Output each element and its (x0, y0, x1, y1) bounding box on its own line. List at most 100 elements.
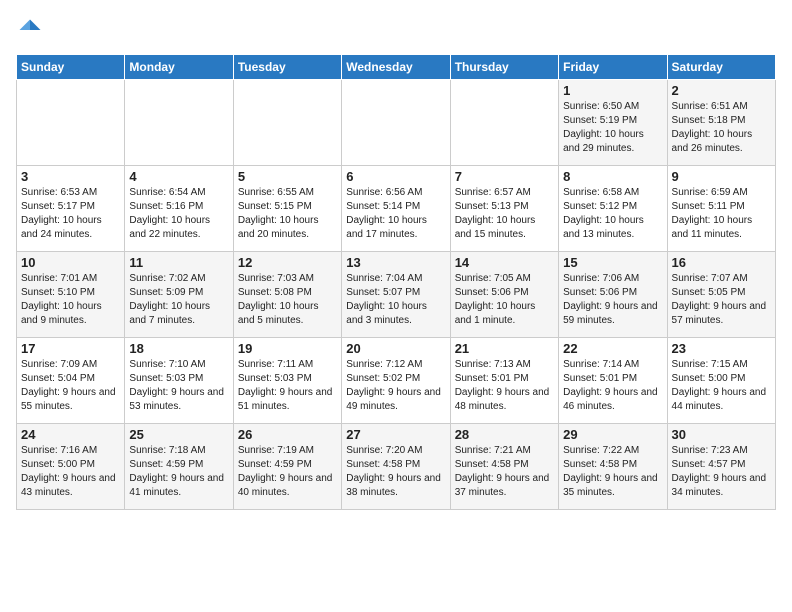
day-cell-5: 5Sunrise: 6:55 AM Sunset: 5:15 PM Daylig… (233, 166, 341, 252)
day-info: Sunrise: 6:56 AM Sunset: 5:14 PM Dayligh… (346, 186, 445, 242)
day-number: 7 (455, 169, 554, 184)
day-cell-3: 3 Sunrise: 6:53 AM Sunset: 5:17 PM Daylig… (17, 166, 125, 252)
day-number: 10 (21, 255, 120, 270)
day-info: Sunrise: 7:10 AM Sunset: 5:03 PM Dayligh… (129, 358, 228, 414)
day-info: Sunrise: 7:12 AM Sunset: 5:02 PM Dayligh… (346, 358, 445, 414)
day-info: Sunrise: 6:58 AM Sunset: 5:12 PM Dayligh… (563, 186, 662, 242)
day-info: Sunrise: 7:19 AM Sunset: 4:59 PM Dayligh… (238, 444, 337, 500)
day-number: 25 (129, 427, 228, 442)
day-cell-23: 23 Sunrise: 7:15 AM Sunset: 5:00 PM Dayli… (667, 338, 775, 424)
day-cell-27: 27 Sunrise: 7:20 AM Sunset: 4:58 PM Dayli… (342, 424, 450, 510)
week-row-2: 10 Sunrise: 7:01 AM Sunset: 5:10 PM Dayli… (17, 252, 776, 338)
day-cell-14: 14 Sunrise: 7:05 AM Sunset: 5:06 PM Dayli… (450, 252, 558, 338)
day-info: Sunrise: 6:55 AM Sunset: 5:15 PM Dayligh… (238, 186, 337, 242)
day-number: 22 (563, 341, 662, 356)
day-number: 17 (21, 341, 120, 356)
day-info: Sunrise: 7:05 AM Sunset: 5:06 PM Dayligh… (455, 272, 554, 328)
weekday-header-sunday: Sunday (17, 55, 125, 80)
week-row-0: 1 Sunrise: 6:50 AM Sunset: 5:19 PM Daylig… (17, 80, 776, 166)
day-cell-empty (342, 80, 450, 166)
day-cell-29: 29 Sunrise: 7:22 AM Sunset: 4:58 PM Dayli… (559, 424, 667, 510)
page: SundayMondayTuesdayWednesdayThursdayFrid… (0, 0, 792, 518)
logo (16, 16, 48, 44)
day-number: 13 (346, 255, 445, 270)
day-cell-2: 2 Sunrise: 6:51 AM Sunset: 5:18 PM Daylig… (667, 80, 775, 166)
day-cell-18: 18 Sunrise: 7:10 AM Sunset: 5:03 PM Dayli… (125, 338, 233, 424)
day-info: Sunrise: 7:16 AM Sunset: 5:00 PM Dayligh… (21, 444, 120, 500)
day-info: Sunrise: 7:01 AM Sunset: 5:10 PM Dayligh… (21, 272, 120, 328)
day-info: Sunrise: 7:23 AM Sunset: 4:57 PM Dayligh… (672, 444, 771, 500)
day-info: Sunrise: 7:18 AM Sunset: 4:59 PM Dayligh… (129, 444, 228, 500)
day-info: Sunrise: 7:04 AM Sunset: 5:07 PM Dayligh… (346, 272, 445, 328)
day-cell-6: 6Sunrise: 6:56 AM Sunset: 5:14 PM Daylig… (342, 166, 450, 252)
day-number: 23 (672, 341, 771, 356)
day-info: Sunrise: 7:11 AM Sunset: 5:03 PM Dayligh… (238, 358, 337, 414)
day-number: 9 (672, 169, 771, 184)
calendar-table: SundayMondayTuesdayWednesdayThursdayFrid… (16, 54, 776, 510)
day-cell-28: 28 Sunrise: 7:21 AM Sunset: 4:58 PM Dayli… (450, 424, 558, 510)
day-cell-4: 4Sunrise: 6:54 AM Sunset: 5:16 PM Daylig… (125, 166, 233, 252)
day-cell-19: 19 Sunrise: 7:11 AM Sunset: 5:03 PM Dayli… (233, 338, 341, 424)
day-info: Sunrise: 6:54 AM Sunset: 5:16 PM Dayligh… (129, 186, 228, 242)
day-number: 3 (21, 169, 120, 184)
day-number: 19 (238, 341, 337, 356)
day-cell-empty (17, 80, 125, 166)
header (16, 16, 776, 44)
logo-icon (16, 16, 44, 44)
day-number: 28 (455, 427, 554, 442)
day-info: Sunrise: 6:51 AM Sunset: 5:18 PM Dayligh… (672, 100, 771, 156)
day-cell-12: 12 Sunrise: 7:03 AM Sunset: 5:08 PM Dayli… (233, 252, 341, 338)
day-info: Sunrise: 7:20 AM Sunset: 4:58 PM Dayligh… (346, 444, 445, 500)
day-number: 14 (455, 255, 554, 270)
day-number: 21 (455, 341, 554, 356)
day-cell-empty (125, 80, 233, 166)
day-info: Sunrise: 7:02 AM Sunset: 5:09 PM Dayligh… (129, 272, 228, 328)
day-number: 15 (563, 255, 662, 270)
weekday-header-monday: Monday (125, 55, 233, 80)
day-number: 12 (238, 255, 337, 270)
weekday-header-friday: Friday (559, 55, 667, 80)
day-cell-13: 13 Sunrise: 7:04 AM Sunset: 5:07 PM Dayli… (342, 252, 450, 338)
day-info: Sunrise: 7:06 AM Sunset: 5:06 PM Dayligh… (563, 272, 662, 328)
day-info: Sunrise: 7:13 AM Sunset: 5:01 PM Dayligh… (455, 358, 554, 414)
weekday-header-wednesday: Wednesday (342, 55, 450, 80)
weekday-header-row: SundayMondayTuesdayWednesdayThursdayFrid… (17, 55, 776, 80)
day-number: 26 (238, 427, 337, 442)
day-info: Sunrise: 7:09 AM Sunset: 5:04 PM Dayligh… (21, 358, 120, 414)
day-info: Sunrise: 7:07 AM Sunset: 5:05 PM Dayligh… (672, 272, 771, 328)
day-cell-16: 16 Sunrise: 7:07 AM Sunset: 5:05 PM Dayli… (667, 252, 775, 338)
day-cell-20: 20 Sunrise: 7:12 AM Sunset: 5:02 PM Dayli… (342, 338, 450, 424)
day-info: Sunrise: 7:14 AM Sunset: 5:01 PM Dayligh… (563, 358, 662, 414)
day-cell-24: 24 Sunrise: 7:16 AM Sunset: 5:00 PM Dayli… (17, 424, 125, 510)
day-info: Sunrise: 6:53 AM Sunset: 5:17 PM Dayligh… (21, 186, 120, 242)
day-number: 1 (563, 83, 662, 98)
day-number: 2 (672, 83, 771, 98)
day-number: 11 (129, 255, 228, 270)
day-cell-22: 22 Sunrise: 7:14 AM Sunset: 5:01 PM Dayli… (559, 338, 667, 424)
week-row-1: 3 Sunrise: 6:53 AM Sunset: 5:17 PM Daylig… (17, 166, 776, 252)
day-cell-8: 8 Sunrise: 6:58 AM Sunset: 5:12 PM Daylig… (559, 166, 667, 252)
day-number: 18 (129, 341, 228, 356)
day-info: Sunrise: 7:22 AM Sunset: 4:58 PM Dayligh… (563, 444, 662, 500)
day-cell-30: 30 Sunrise: 7:23 AM Sunset: 4:57 PM Dayli… (667, 424, 775, 510)
day-cell-10: 10 Sunrise: 7:01 AM Sunset: 5:10 PM Dayli… (17, 252, 125, 338)
day-number: 16 (672, 255, 771, 270)
weekday-header-thursday: Thursday (450, 55, 558, 80)
day-cell-empty (450, 80, 558, 166)
day-number: 24 (21, 427, 120, 442)
day-number: 30 (672, 427, 771, 442)
day-info: Sunrise: 6:57 AM Sunset: 5:13 PM Dayligh… (455, 186, 554, 242)
day-cell-25: 25 Sunrise: 7:18 AM Sunset: 4:59 PM Dayli… (125, 424, 233, 510)
day-number: 8 (563, 169, 662, 184)
day-number: 29 (563, 427, 662, 442)
day-info: Sunrise: 7:03 AM Sunset: 5:08 PM Dayligh… (238, 272, 337, 328)
day-info: Sunrise: 7:15 AM Sunset: 5:00 PM Dayligh… (672, 358, 771, 414)
day-info: Sunrise: 7:21 AM Sunset: 4:58 PM Dayligh… (455, 444, 554, 500)
day-info: Sunrise: 6:50 AM Sunset: 5:19 PM Dayligh… (563, 100, 662, 156)
day-cell-21: 21 Sunrise: 7:13 AM Sunset: 5:01 PM Dayli… (450, 338, 558, 424)
day-number: 20 (346, 341, 445, 356)
day-cell-1: 1 Sunrise: 6:50 AM Sunset: 5:19 PM Daylig… (559, 80, 667, 166)
day-cell-26: 26 Sunrise: 7:19 AM Sunset: 4:59 PM Dayli… (233, 424, 341, 510)
day-cell-9: 9Sunrise: 6:59 AM Sunset: 5:11 PM Daylig… (667, 166, 775, 252)
day-number: 27 (346, 427, 445, 442)
